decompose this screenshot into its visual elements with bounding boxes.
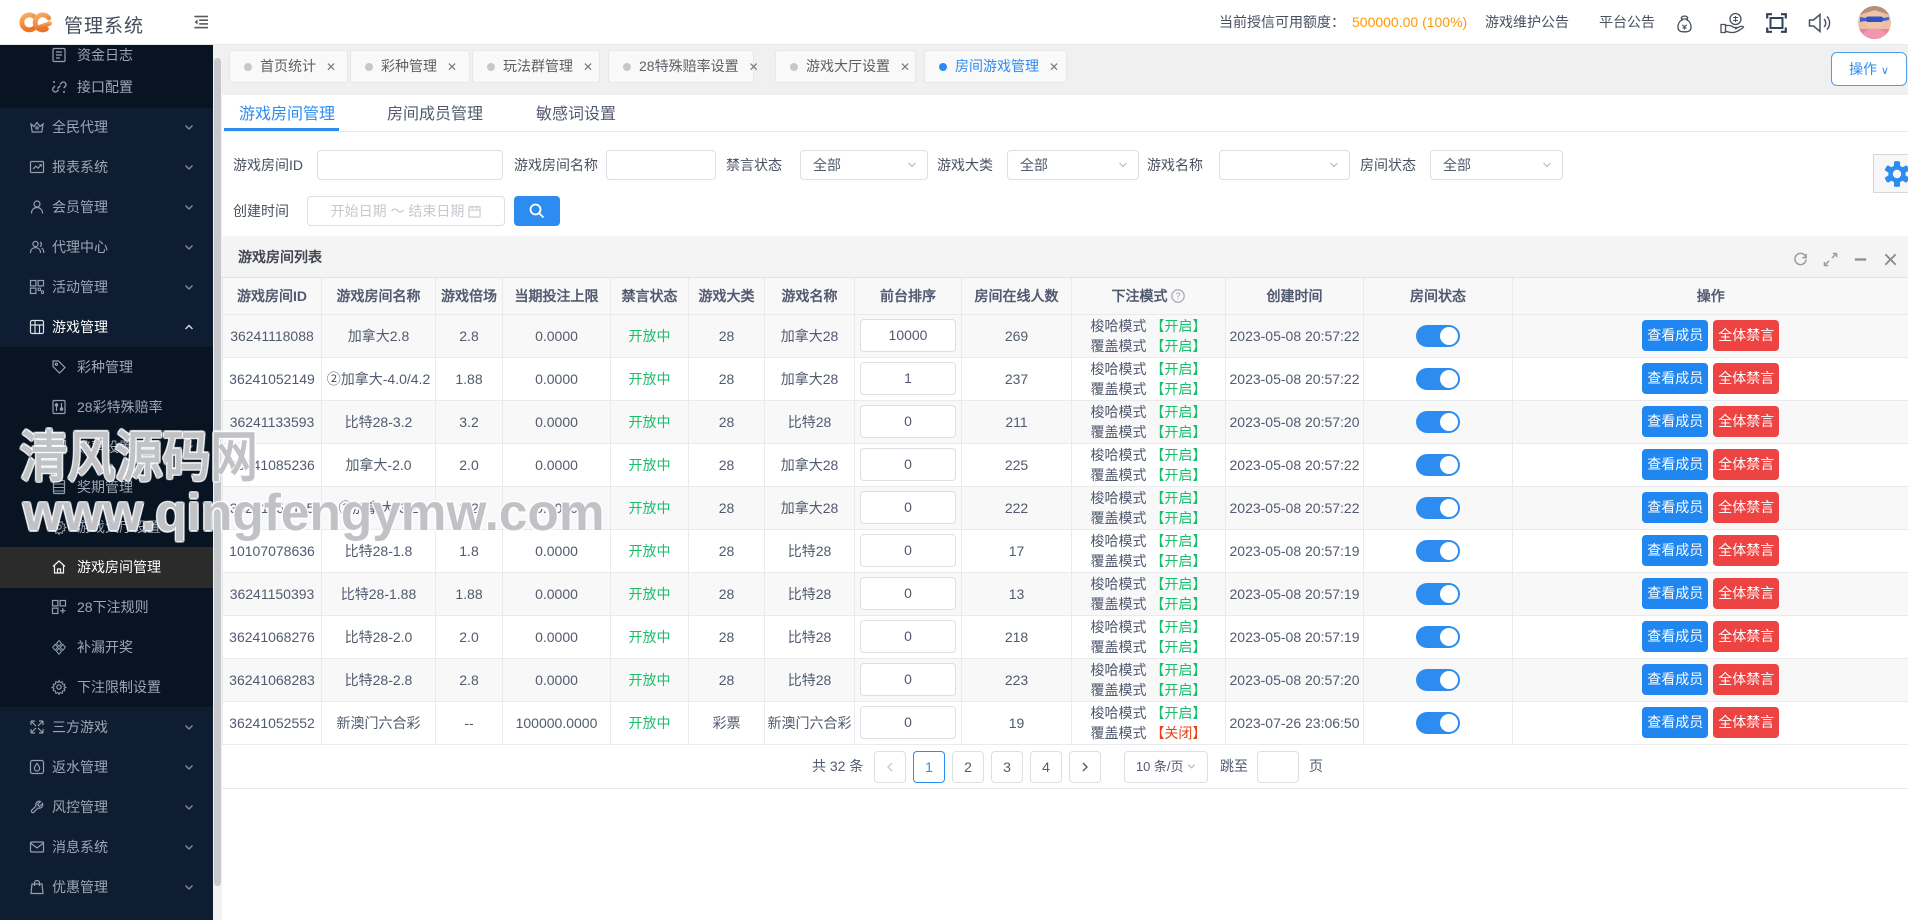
svg-text:?: ? <box>1176 291 1181 301</box>
